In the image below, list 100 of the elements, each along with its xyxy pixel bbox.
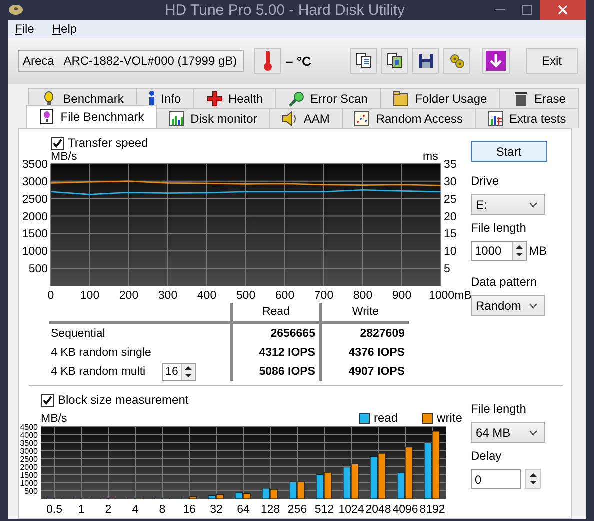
chevron-down-icon [529, 302, 538, 308]
save-button[interactable] [412, 48, 439, 74]
axis-unit: MB/s [41, 413, 68, 425]
axis-label: 2500 [20, 455, 38, 464]
tab[interactable]: File Benchmark [26, 105, 157, 128]
checkbox-label: Block size measurement [58, 393, 189, 407]
axis-label: 700 [314, 290, 334, 300]
settings-icon [448, 53, 464, 69]
tab[interactable]: Disk monitor [156, 108, 270, 128]
axis-label: 16 [183, 504, 196, 515]
tab[interactable]: Folder Usage [380, 88, 500, 108]
tab[interactable]: Health [193, 88, 276, 108]
field-label: Delay [471, 449, 503, 463]
axis-unit: MB/s [51, 151, 78, 163]
delay-field[interactable]: 0 [471, 469, 521, 489]
column-header: Write [320, 303, 409, 322]
write-value: 2827609 [360, 328, 405, 340]
menu-item[interactable]: Help [52, 22, 78, 36]
spin-arrows-icon [528, 472, 538, 486]
close-button[interactable] [540, 0, 586, 20]
axis-label: 3500 [20, 439, 38, 448]
axis-label: 0 [48, 290, 54, 300]
start-button[interactable]: Start [471, 141, 547, 162]
tab[interactable]: Extra tests [474, 108, 579, 128]
settings-button[interactable] [443, 48, 470, 74]
cross-icon [206, 90, 222, 106]
checkbox-label: Transfer speed [68, 136, 148, 150]
file-length-select[interactable]: 64 MB [471, 422, 545, 443]
axis-label: 100 [80, 290, 100, 300]
tab[interactable]: Erase [499, 88, 580, 108]
axis-label: 20 [444, 211, 457, 224]
axis-label: 1000mB [429, 290, 472, 300]
axis-label: 2000 [20, 463, 38, 472]
save-icon [418, 53, 434, 69]
exit-button[interactable]: Exit [526, 48, 578, 74]
axis-label: 2 [105, 504, 112, 515]
tab[interactable]: Info [136, 88, 194, 108]
checkbox[interactable] [41, 394, 54, 406]
drive-select[interactable]: E: [471, 194, 545, 215]
trash-icon [512, 90, 529, 106]
axis-label: 4096 [392, 504, 418, 515]
close-icon [558, 5, 568, 15]
axis-label: 35 [444, 159, 457, 171]
menu-item[interactable]: File [15, 22, 34, 36]
folder-icon [393, 90, 410, 106]
axis-label: 3000 [22, 176, 48, 188]
tab[interactable]: Random Access [342, 108, 476, 128]
axis-label: 300 [158, 290, 178, 300]
axis-label: 10 [444, 246, 457, 258]
column-header: Read [232, 303, 321, 322]
checkbox[interactable] [51, 136, 64, 150]
window-title: HD Tune Pro 5.00 - Hard Disk Utility [164, 2, 406, 18]
spin-arrows-icon [515, 244, 524, 258]
delay-spinner[interactable] [525, 469, 541, 489]
documents-icon [356, 53, 372, 69]
download-button[interactable] [482, 48, 510, 74]
drive-select[interactable]: Areca ARC-1882-VOL#000 (17999 gB) [18, 50, 244, 72]
axis-label: 4 [132, 504, 139, 515]
thermometer-icon [262, 50, 272, 72]
field-label: Drive [471, 174, 500, 188]
axis-label: 3500 [22, 159, 48, 171]
write-value: 4376 IOPS [348, 346, 405, 358]
spin-arrows-icon [184, 364, 194, 378]
queue-spinner[interactable]: 16 [162, 362, 196, 380]
read-value: 5086 IOPS [259, 366, 316, 378]
axis-label: 15 [444, 228, 457, 241]
file-length-spinner[interactable]: 1000 [471, 241, 527, 261]
axis-label: 3000 [20, 447, 38, 456]
axis-label: 200 [119, 290, 139, 300]
field-label: Data pattern [471, 275, 538, 289]
axis-label: 0.5 [46, 504, 62, 515]
magnifier-icon [288, 90, 304, 106]
axis-label: 800 [353, 290, 373, 300]
legend-label: write [437, 411, 462, 425]
read-value: 4312 IOPS [259, 346, 316, 358]
axis-unit: ms [423, 151, 438, 163]
copy-button[interactable] [381, 48, 408, 74]
maximize-icon [522, 5, 532, 15]
axis-label: 8192 [420, 504, 446, 515]
minimize-icon [494, 9, 504, 11]
axis-label: 1500 [20, 471, 38, 480]
download-icon [486, 51, 506, 71]
document-icon [38, 109, 55, 125]
axis-label: 2500 [22, 194, 48, 206]
axis-label: 4500 [20, 423, 38, 432]
axis-label: 8 [159, 504, 166, 515]
tab[interactable]: AAM [269, 108, 343, 128]
axis-label: 900 [392, 290, 412, 300]
data-pattern-select[interactable]: Random [471, 295, 545, 316]
legend-label: read [374, 411, 398, 425]
axis-label: 1 [78, 504, 85, 515]
axis-label: 500 [28, 264, 48, 276]
axis-label: 500 [24, 487, 38, 496]
axis-label: 600 [275, 290, 295, 300]
copy-button[interactable] [350, 48, 377, 74]
axis-label: 32 [210, 504, 223, 515]
axis-label: 4000 [20, 431, 38, 440]
chevron-down-icon [529, 202, 538, 208]
tab[interactable]: Error Scan [275, 88, 382, 108]
thermometer-button[interactable] [254, 48, 281, 74]
